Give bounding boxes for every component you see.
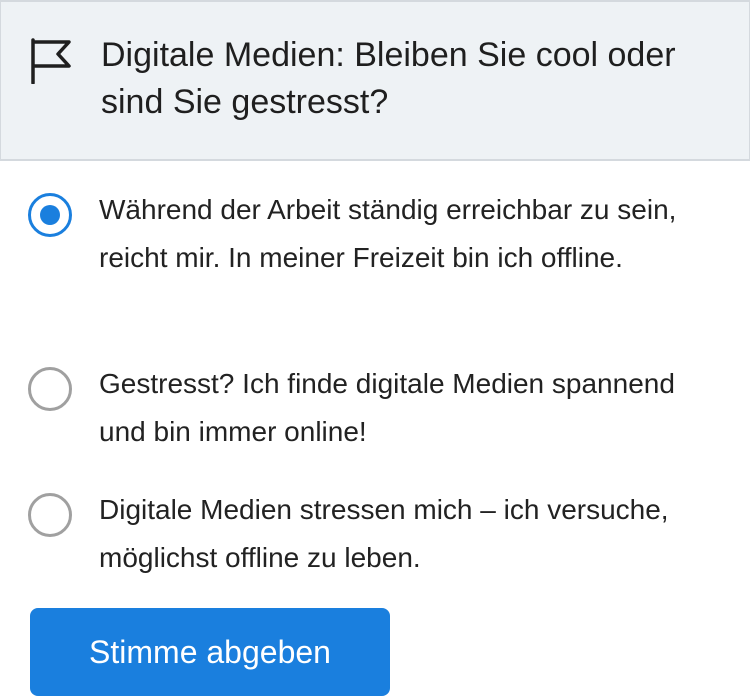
poll-title: Digitale Medien: Bleiben Sie cool oder s… [101, 36, 676, 121]
flag-icon [31, 38, 71, 84]
poll-widget: Digitale Medien: Bleiben Sie cool oder s… [0, 0, 750, 698]
poll-header: Digitale Medien: Bleiben Sie cool oder s… [0, 0, 750, 161]
poll-option-label: Digitale Medien stressen mich – ich vers… [99, 494, 669, 573]
submit-vote-button[interactable]: Stimme abgeben [30, 608, 390, 696]
poll-option-label: Während der Arbeit ständig erreichbar zu… [99, 194, 677, 273]
poll-option-label: Gestresst? Ich finde digitale Medien spa… [99, 368, 675, 447]
radio-button[interactable] [28, 367, 72, 411]
radio-button-selected[interactable] [28, 193, 72, 237]
radio-button[interactable] [28, 493, 72, 537]
